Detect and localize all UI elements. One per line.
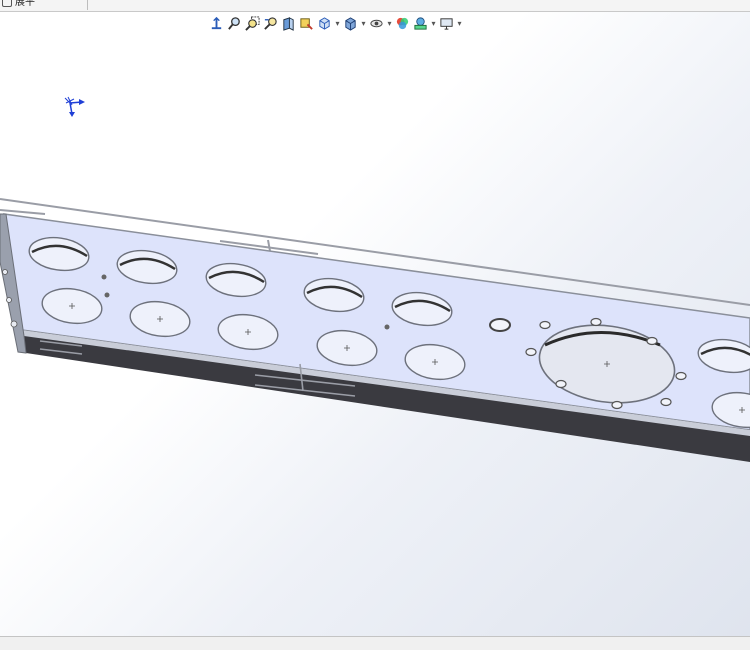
view-orientation-dropdown-icon[interactable]: ▾: [334, 15, 341, 32]
zoom-to-fit-icon[interactable]: [226, 15, 243, 32]
edit-appearance-icon[interactable]: [394, 15, 411, 32]
apply-scene-dropdown-icon[interactable]: ▾: [430, 15, 437, 32]
heads-up-view-toolbar: ▾ ▾ ▾ ▾ ▾: [208, 14, 463, 32]
zoom-area-icon[interactable]: [244, 15, 261, 32]
apply-scene-icon[interactable]: [412, 15, 429, 32]
sheet-metal-part[interactable]: [0, 0, 750, 649]
section-view-icon[interactable]: [280, 15, 297, 32]
view-orientation-icon[interactable]: [316, 15, 333, 32]
normal-to-icon[interactable]: [208, 15, 225, 32]
reference-triad-icon: [64, 96, 85, 117]
view-settings-icon[interactable]: [438, 15, 455, 32]
status-bar: [0, 636, 750, 650]
cable-hole: [489, 318, 511, 332]
display-style-icon[interactable]: [342, 15, 359, 32]
hide-show-items-icon[interactable]: [368, 15, 385, 32]
hide-show-dropdown-icon[interactable]: ▾: [386, 15, 393, 32]
dynamic-annotation-icon[interactable]: [298, 15, 315, 32]
previous-view-icon[interactable]: [262, 15, 279, 32]
view-settings-dropdown-icon[interactable]: ▾: [456, 15, 463, 32]
display-style-dropdown-icon[interactable]: ▾: [360, 15, 367, 32]
